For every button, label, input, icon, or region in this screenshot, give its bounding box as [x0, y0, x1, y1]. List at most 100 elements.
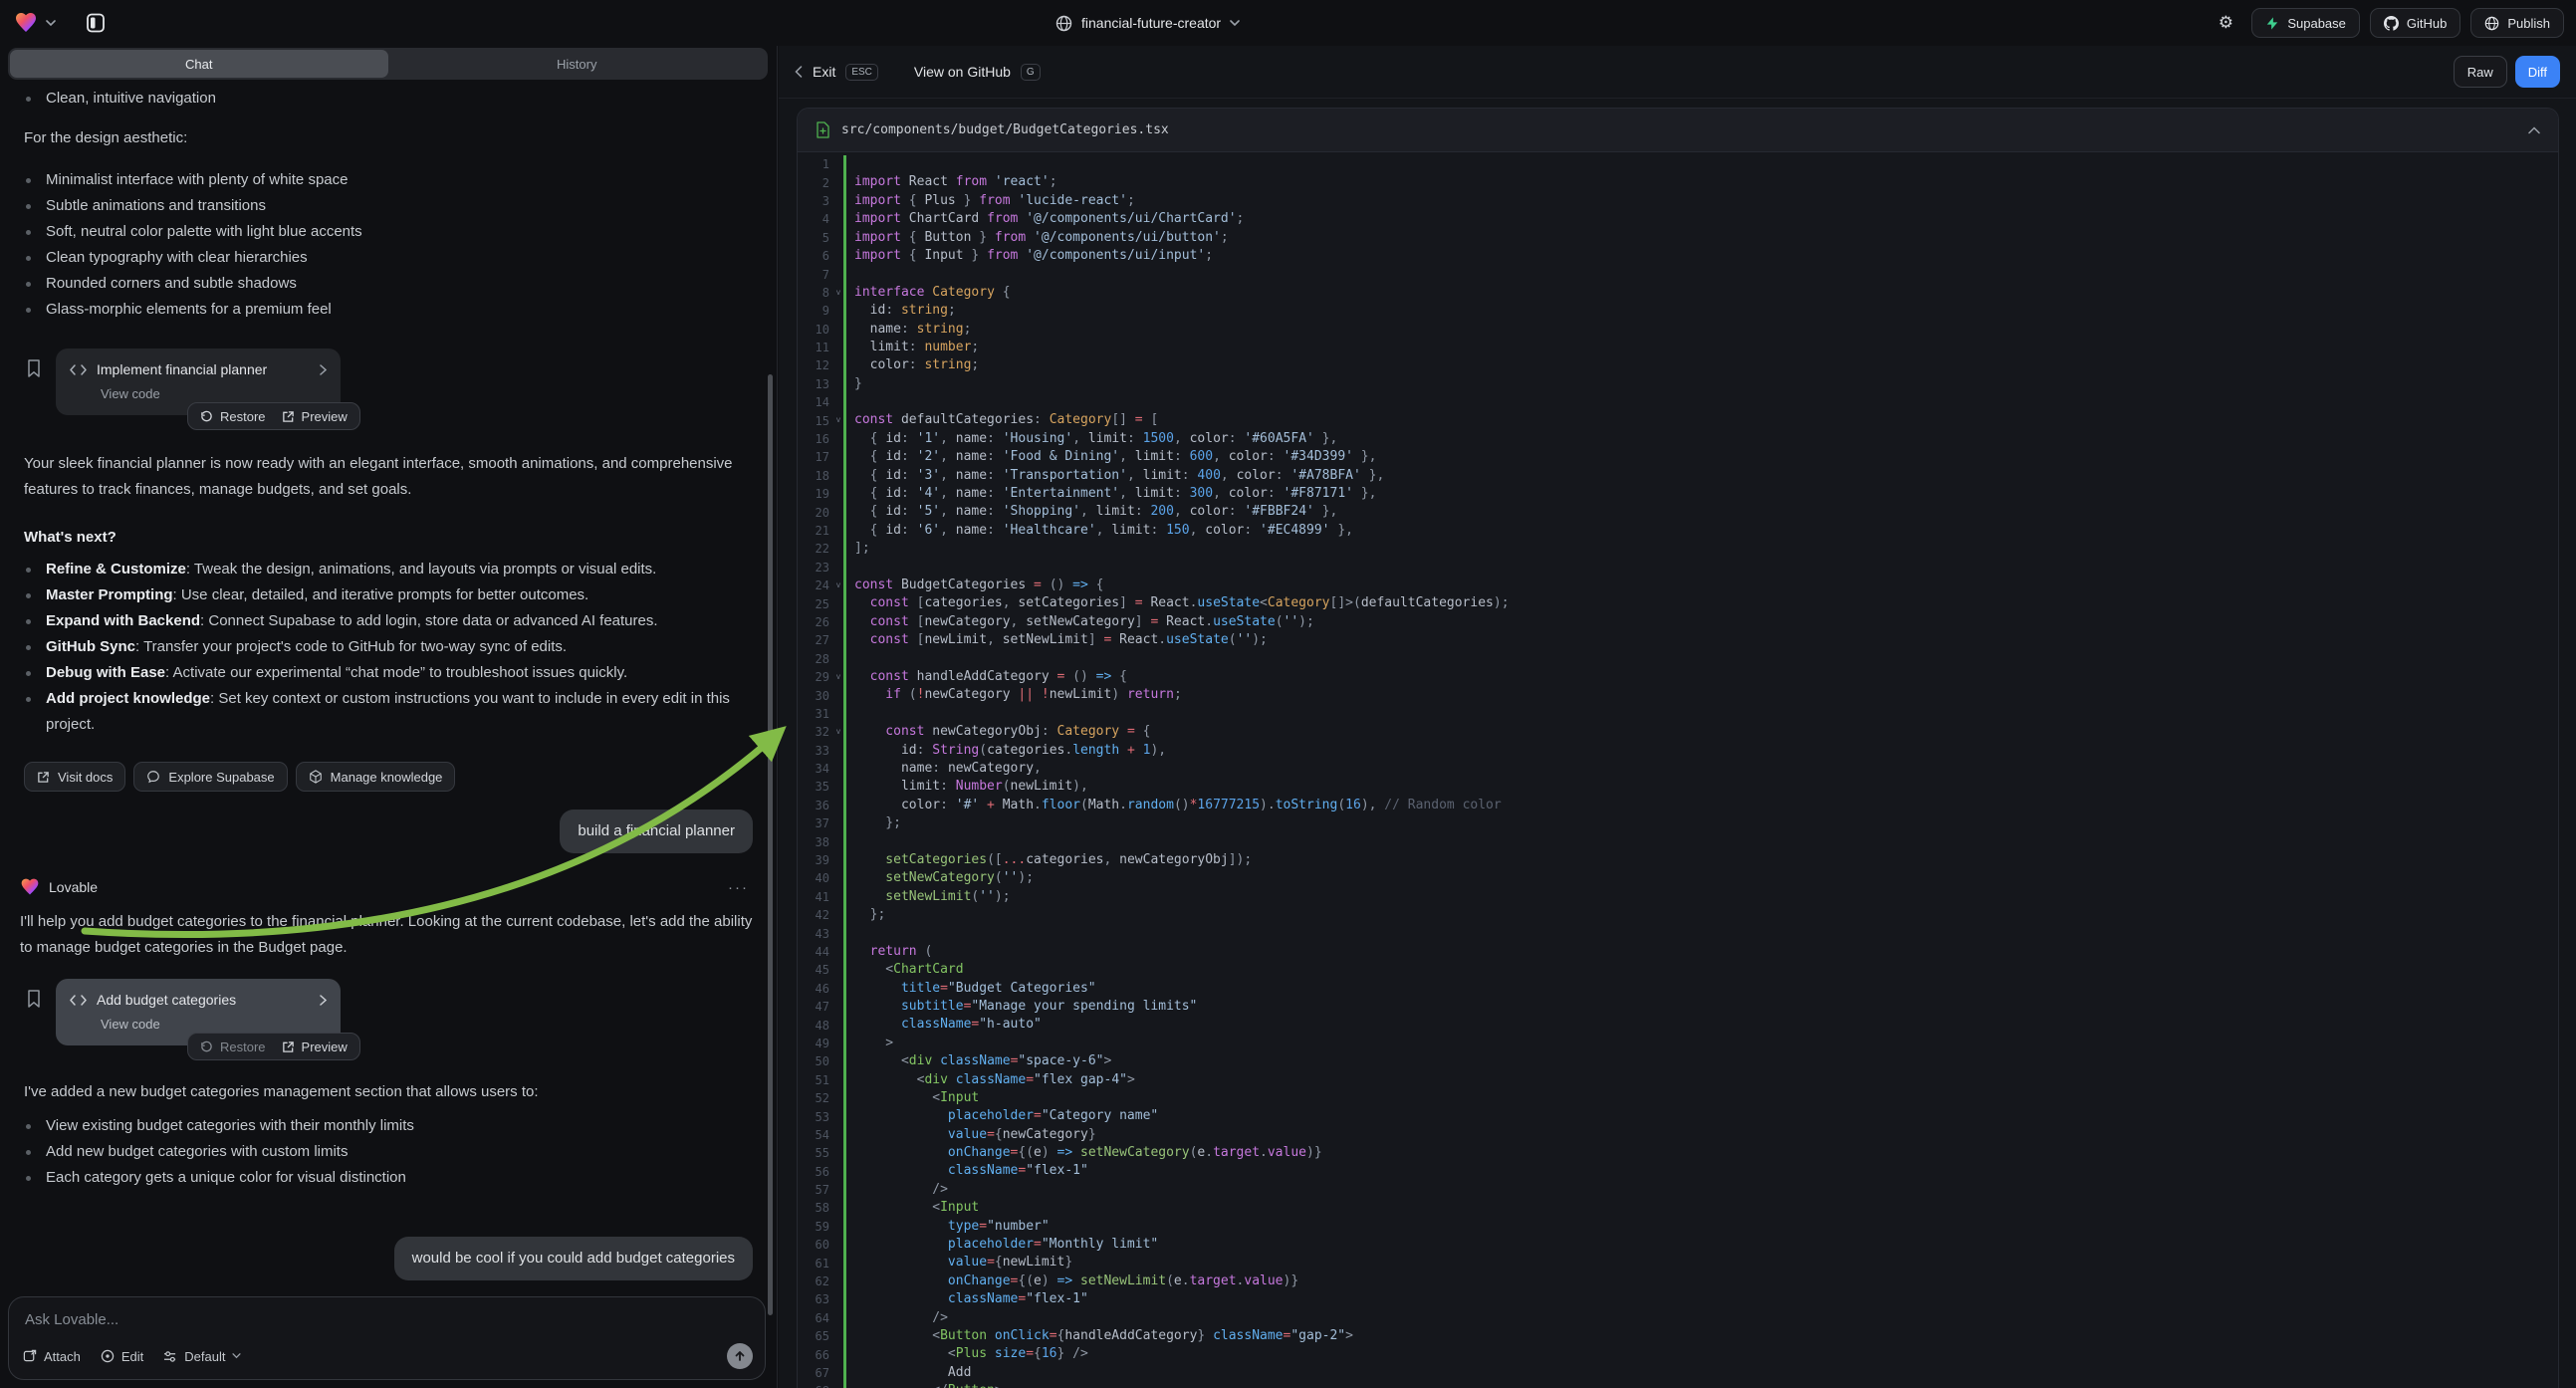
send-button[interactable]: [727, 1343, 753, 1369]
line-number: 44: [798, 945, 833, 959]
file-header[interactable]: src/components/budget/BudgetCategories.t…: [798, 109, 2558, 152]
settings-gear-icon[interactable]: ⚙: [2210, 7, 2241, 39]
chevron-right-icon[interactable]: [320, 364, 327, 375]
line-number: 28: [798, 652, 833, 666]
code-line: 46 title="Budget Categories": [798, 980, 2558, 998]
code-line: 14: [798, 393, 2558, 411]
manage-knowledge-button[interactable]: Manage knowledge: [296, 762, 456, 792]
chat-input-box: Attach Edit Default: [8, 1296, 766, 1380]
version-card-2-wrap: Add budget categories View code Restore …: [10, 979, 753, 1045]
added-bullet-list: View existing budget categories with the…: [10, 1113, 753, 1191]
publish-button[interactable]: Publish: [2470, 8, 2564, 38]
code-line: 8vinterface Category {: [798, 284, 2558, 302]
code-panel: Exit ESC View on GitHub G Raw Diff src/c…: [779, 46, 2576, 1388]
version-card-implement-financial-planner[interactable]: Implement financial planner View code Re…: [56, 348, 341, 415]
line-number: 16: [798, 432, 833, 446]
added-text: I've added a new budget categories manag…: [10, 1079, 753, 1105]
line-number: 35: [798, 780, 833, 794]
view-code-link[interactable]: View code: [101, 1017, 327, 1032]
supabase-button[interactable]: Supabase: [2251, 8, 2360, 38]
line-number: 6: [798, 249, 833, 263]
edit-button[interactable]: Edit: [101, 1349, 143, 1364]
restore-icon: [200, 1041, 213, 1053]
logo-chevron-down-icon[interactable]: [46, 20, 56, 27]
chevron-right-icon[interactable]: [320, 995, 327, 1006]
line-number: 51: [798, 1073, 833, 1087]
preview-button[interactable]: Preview: [282, 409, 348, 424]
code-line: 63 className="flex-1": [798, 1290, 2558, 1308]
list-item: Subtle animations and transitions: [10, 193, 753, 219]
restore-button[interactable]: Restore: [200, 409, 266, 424]
code-brackets-icon: [70, 364, 87, 375]
explore-supabase-button[interactable]: Explore Supabase: [133, 762, 287, 792]
line-number: 52: [798, 1091, 833, 1105]
lovable-logo-heart-icon[interactable]: [14, 11, 38, 35]
sidebar-toggle-icon[interactable]: [80, 7, 112, 39]
code-line: 11 limit: number;: [798, 339, 2558, 356]
exit-button[interactable]: Exit: [813, 64, 835, 80]
line-number: 32: [798, 725, 833, 739]
code-line: 39 setCategories([...categories, newCate…: [798, 851, 2558, 869]
list-item: Debug with Ease: Activate our experiment…: [10, 660, 753, 686]
tab-history[interactable]: History: [388, 50, 767, 78]
line-number: 13: [798, 377, 833, 391]
line-number: 45: [798, 963, 833, 977]
raw-toggle-button[interactable]: Raw: [2454, 56, 2507, 88]
list-item: Master Prompting: Use clear, detailed, a…: [10, 582, 753, 608]
bookmark-icon[interactable]: [26, 989, 42, 1009]
line-number: 15: [798, 414, 833, 428]
line-number: 10: [798, 323, 833, 337]
line-number: 55: [798, 1146, 833, 1160]
fold-chevron-icon[interactable]: v: [833, 668, 843, 686]
visit-docs-button[interactable]: Visit docs: [24, 762, 125, 792]
line-number: 58: [798, 1201, 833, 1215]
code-line: 55 onChange={(e) => setNewCategory(e.tar…: [798, 1144, 2558, 1162]
chevron-left-icon[interactable]: [795, 66, 803, 78]
collapse-chevron-up-icon[interactable]: [2528, 126, 2540, 134]
fold-chevron-icon[interactable]: v: [833, 284, 843, 302]
line-number: 50: [798, 1054, 833, 1068]
code-line: 4import ChartCard from '@/components/ui/…: [798, 210, 2558, 228]
code-line: 49 >: [798, 1035, 2558, 1052]
line-number: 67: [798, 1366, 833, 1380]
code-line: 13}: [798, 375, 2558, 393]
whats-next-heading: What's next?: [10, 525, 753, 551]
bookmark-icon[interactable]: [26, 358, 42, 378]
code-line: 42 };: [798, 906, 2558, 924]
view-code-link[interactable]: View code: [101, 386, 327, 401]
user-message-row: build a financial planner: [10, 810, 753, 853]
code-line: 1: [798, 155, 2558, 173]
message-more-button[interactable]: ···: [728, 879, 749, 896]
code-line: 15vconst defaultCategories: Category[] =…: [798, 411, 2558, 429]
sliders-icon: [163, 1350, 177, 1363]
line-number: 3: [798, 194, 833, 208]
version-card-title: Add budget categories: [97, 992, 236, 1008]
attach-button[interactable]: Attach: [23, 1349, 81, 1364]
restore-preview-pill: Restore Preview: [187, 1033, 360, 1060]
code-line: 48 className="h-auto": [798, 1016, 2558, 1034]
view-on-github-button[interactable]: View on GitHub: [914, 64, 1011, 80]
code-line: 66 <Plus size={16} />: [798, 1345, 2558, 1363]
preview-button[interactable]: Preview: [282, 1040, 348, 1054]
project-switcher[interactable]: financial-future-creator: [1055, 0, 1240, 46]
diff-toggle-button[interactable]: Diff: [2515, 56, 2560, 88]
fold-chevron-icon[interactable]: v: [833, 723, 843, 741]
line-number: 40: [798, 871, 833, 885]
code-editor[interactable]: 12import React from 'react';3import { Pl…: [798, 152, 2558, 1388]
ask-lovable-input[interactable]: [25, 1311, 532, 1328]
tab-chat[interactable]: Chat: [10, 50, 388, 78]
restore-preview-pill: Restore Preview: [187, 402, 360, 430]
scrolled-bullet-list: Clean, intuitive navigation: [10, 86, 753, 112]
code-line: 36 color: '#' + Math.floor(Math.random()…: [798, 797, 2558, 814]
external-link-icon: [37, 771, 50, 784]
fold-chevron-icon[interactable]: v: [833, 577, 843, 594]
version-card-add-budget-categories[interactable]: Add budget categories View code Restore …: [56, 979, 341, 1045]
mode-select[interactable]: Default: [163, 1349, 241, 1364]
chat-scrollbar-thumb[interactable]: [768, 374, 773, 1315]
line-number: 11: [798, 341, 833, 354]
ready-text: Your sleek financial planner is now read…: [10, 451, 753, 503]
restore-button[interactable]: Restore: [200, 1040, 266, 1054]
github-button[interactable]: GitHub: [2370, 8, 2460, 38]
fold-chevron-icon[interactable]: v: [833, 411, 843, 429]
code-line: 28: [798, 650, 2558, 668]
